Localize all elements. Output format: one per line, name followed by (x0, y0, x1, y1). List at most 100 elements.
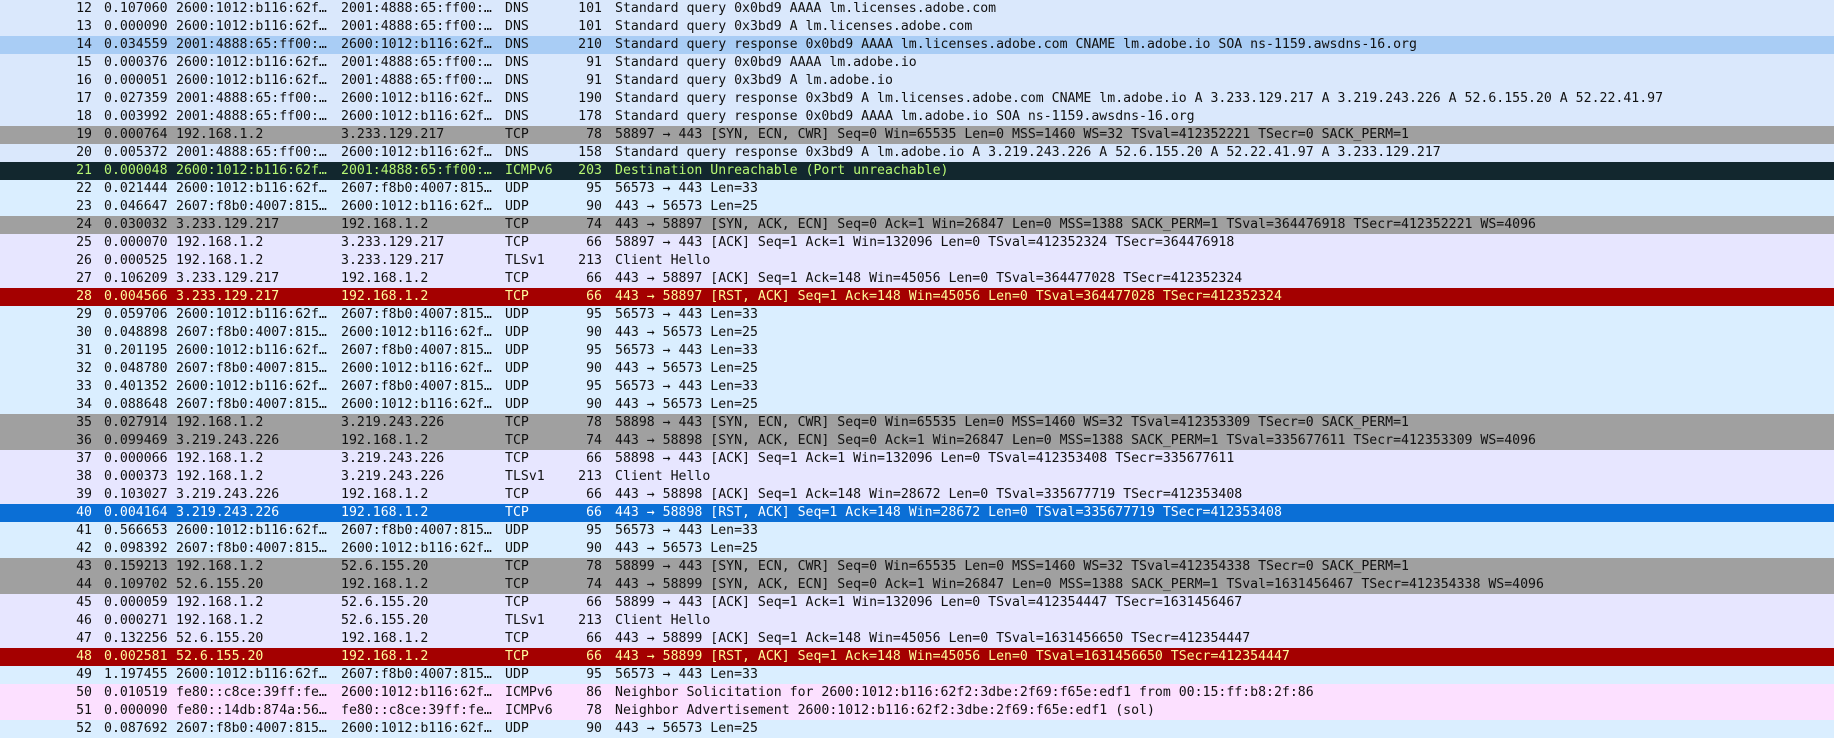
packet-number: 34 (76, 397, 92, 412)
packet-time: 0.000373 (104, 469, 168, 484)
packet-row[interactable]: 46 0.000271 192.168.1.2 52.6.155.20 TLSv1 213… (0, 612, 1834, 630)
packet-source: 2600:1012:b116:62f… (176, 181, 327, 196)
packet-length: 101 (578, 19, 602, 34)
packet-source: 2607:f8b0:4007:815… (176, 325, 327, 340)
packet-row[interactable]: 35 0.027914 192.168.1.2 3.219.243.226 TCP 78 5… (0, 414, 1834, 432)
packet-row[interactable]: 39 0.103027 3.219.243.226 192.168.1.2 TCP 66 4… (0, 486, 1834, 504)
packet-row[interactable]: 17 0.027359 2001:4888:65:ff00:… 2600:1012:b… (0, 90, 1834, 108)
packet-time: 0.098392 (104, 541, 168, 556)
packet-info: 443 → 56573 Len=25 (615, 199, 758, 214)
packet-source: 2607:f8b0:4007:815… (176, 721, 327, 736)
packet-time: 0.000066 (104, 451, 168, 466)
packet-length: 90 (586, 541, 602, 556)
packet-row[interactable]: 44 0.109702 52.6.155.20 192.168.1.2 TCP 74 443… (0, 576, 1834, 594)
packet-row[interactable]: 13 0.000090 2600:1012:b116:62f… 2001:4888:6… (0, 18, 1834, 36)
packet-info: Neighbor Advertisement 2600:1012:b116:62… (615, 703, 1155, 718)
packet-protocol: DNS (505, 73, 529, 88)
packet-row[interactable]: 14 0.034559 2001:4888:65:ff00:… 2600:1012:b… (0, 36, 1834, 54)
packet-source: 2001:4888:65:ff00:… (176, 91, 327, 106)
packet-length: 95 (586, 181, 602, 196)
packet-number: 12 (76, 1, 92, 16)
packet-destination: 2600:1012:b116:62f… (341, 109, 492, 124)
packet-protocol: DNS (505, 91, 529, 106)
packet-destination: 2607:f8b0:4007:815… (341, 307, 492, 322)
packet-row[interactable]: 19 0.000764 192.168.1.2 3.233.129.217 TCP 78 5… (0, 126, 1834, 144)
packet-row[interactable]: 12 0.107060 2600:1012:b116:62f… 2001:4888:6… (0, 0, 1834, 18)
packet-list[interactable]: 12 0.107060 2600:1012:b116:62f… 2001:4888:6… (0, 0, 1834, 747)
packet-number: 23 (76, 199, 92, 214)
packet-info: 58899 → 443 [SYN, ECN, CWR] Seq=0 Win=65… (615, 559, 1409, 574)
packet-row[interactable]: 36 0.099469 3.219.243.226 192.168.1.2 TCP 74 4… (0, 432, 1834, 450)
packet-info: Standard query 0x3bd9 A lm.adobe.io (615, 73, 893, 88)
packet-row[interactable]: 30 0.048898 2607:f8b0:4007:815… 2600:1012:b… (0, 324, 1834, 342)
packet-row[interactable]: 47 0.132256 52.6.155.20 192.168.1.2 TCP 66 443… (0, 630, 1834, 648)
packet-protocol: DNS (505, 37, 529, 52)
packet-source: 2607:f8b0:4007:815… (176, 199, 327, 214)
packet-destination: 2600:1012:b116:62f… (341, 199, 492, 214)
packet-row[interactable]: 23 0.046647 2607:f8b0:4007:815… 2600:1012:b… (0, 198, 1834, 216)
packet-row[interactable]: 34 0.088648 2607:f8b0:4007:815… 2600:1012:b… (0, 396, 1834, 414)
packet-row-selected[interactable]: 40 0.004164 3.219.243.226 192.168.1.2 TCP 66 4… (0, 504, 1834, 522)
packet-row[interactable]: 42 0.098392 2607:f8b0:4007:815… 2600:1012:b… (0, 540, 1834, 558)
packet-length: 66 (586, 595, 602, 610)
packet-row[interactable]: 18 0.003992 2001:4888:65:ff00:… 2600:1012:b… (0, 108, 1834, 126)
packet-row[interactable]: 51 0.000090 fe80::14db:874a:56… fe80::c8ce:… (0, 702, 1834, 720)
packet-row[interactable]: 29 0.059706 2600:1012:b116:62f… 2607:f8b0:4… (0, 306, 1834, 324)
packet-number: 39 (76, 487, 92, 502)
packet-row[interactable]: 27 0.106209 3.233.129.217 192.168.1.2 TCP 66 4… (0, 270, 1834, 288)
packet-protocol: TCP (505, 595, 529, 610)
packet-row[interactable]: 26 0.000525 192.168.1.2 3.233.129.217 TLSv1 2… (0, 252, 1834, 270)
packet-time: 0.401352 (104, 379, 168, 394)
packet-info: 443 → 56573 Len=25 (615, 397, 758, 412)
packet-source: fe80::14db:874a:56… (176, 703, 327, 718)
packet-row[interactable]: 37 0.000066 192.168.1.2 3.219.243.226 TCP 66 5… (0, 450, 1834, 468)
packet-source: 52.6.155.20 (176, 631, 264, 646)
packet-length: 78 (586, 703, 602, 718)
packet-row[interactable]: 45 0.000059 192.168.1.2 52.6.155.20 TCP 66 588… (0, 594, 1834, 612)
packet-protocol: TCP (505, 505, 529, 520)
packet-time: 0.000525 (104, 253, 168, 268)
packet-number: 42 (76, 541, 92, 556)
packet-length: 66 (586, 487, 602, 502)
packet-protocol: ICMPv6 (505, 703, 553, 718)
packet-row[interactable]: 48 0.002581 52.6.155.20 192.168.1.2 TCP 66 443… (0, 648, 1834, 666)
packet-row[interactable]: 21 0.000048 2600:1012:b116:62f… 2001:4888:6… (0, 162, 1834, 180)
packet-row[interactable]: 41 0.566653 2600:1012:b116:62f… 2607:f8b0:4… (0, 522, 1834, 540)
packet-row[interactable]: 32 0.048780 2607:f8b0:4007:815… 2600:1012:b… (0, 360, 1834, 378)
packet-source: 2607:f8b0:4007:815… (176, 361, 327, 376)
packet-source: 2600:1012:b116:62f… (176, 1, 327, 16)
packet-protocol: TCP (505, 127, 529, 142)
packet-time: 0.003992 (104, 109, 168, 124)
packet-row[interactable]: 22 0.021444 2600:1012:b116:62f… 2607:f8b0:4… (0, 180, 1834, 198)
packet-length: 90 (586, 397, 602, 412)
packet-row[interactable]: 38 0.000373 192.168.1.2 3.219.243.226 TLSv1 2… (0, 468, 1834, 486)
packet-time: 0.000271 (104, 613, 168, 628)
packet-row[interactable]: 49 1.197455 2600:1012:b116:62f… 2607:f8b0:4… (0, 666, 1834, 684)
packet-time: 0.030032 (104, 217, 168, 232)
packet-length: 95 (586, 667, 602, 682)
packet-row[interactable]: 28 0.004566 3.233.129.217 192.168.1.2 TCP 66 4… (0, 288, 1834, 306)
packet-row[interactable]: 24 0.030032 3.233.129.217 192.168.1.2 TCP 74 4… (0, 216, 1834, 234)
packet-row[interactable]: 33 0.401352 2600:1012:b116:62f… 2607:f8b0:4… (0, 378, 1834, 396)
packet-row[interactable]: 31 0.201195 2600:1012:b116:62f… 2607:f8b0:4… (0, 342, 1834, 360)
packet-protocol: TCP (505, 235, 529, 250)
packet-row[interactable]: 25 0.000070 192.168.1.2 3.233.129.217 TCP 66 5… (0, 234, 1834, 252)
packet-row[interactable]: 43 0.159213 192.168.1.2 52.6.155.20 TCP 78 588… (0, 558, 1834, 576)
packet-row[interactable]: 16 0.000051 2600:1012:b116:62f… 2001:4888:6… (0, 72, 1834, 90)
packet-source: 52.6.155.20 (176, 649, 264, 664)
packet-row[interactable]: 20 0.005372 2001:4888:65:ff00:… 2600:1012:b… (0, 144, 1834, 162)
packet-protocol: TCP (505, 559, 529, 574)
packet-time: 0.000059 (104, 595, 168, 610)
packet-row[interactable]: 50 0.010519 fe80::c8ce:39ff:fe… 2600:1012:b… (0, 684, 1834, 702)
packet-row[interactable]: 15 0.000376 2600:1012:b116:62f… 2001:4888:6… (0, 54, 1834, 72)
packet-destination: 192.168.1.2 (341, 271, 429, 286)
packet-source: 2607:f8b0:4007:815… (176, 541, 327, 556)
packet-time: 0.566653 (104, 523, 168, 538)
packet-info: 443 → 58898 [ACK] Seq=1 Ack=148 Win=2867… (615, 487, 1243, 502)
packet-source: 2600:1012:b116:62f… (176, 19, 327, 34)
packet-length: 95 (586, 343, 602, 358)
packet-length: 95 (586, 307, 602, 322)
packet-destination: 2607:f8b0:4007:815… (341, 667, 492, 682)
packet-number: 37 (76, 451, 92, 466)
packet-row[interactable]: 52 0.087692 2607:f8b0:4007:815… 2600:1012:b… (0, 720, 1834, 738)
